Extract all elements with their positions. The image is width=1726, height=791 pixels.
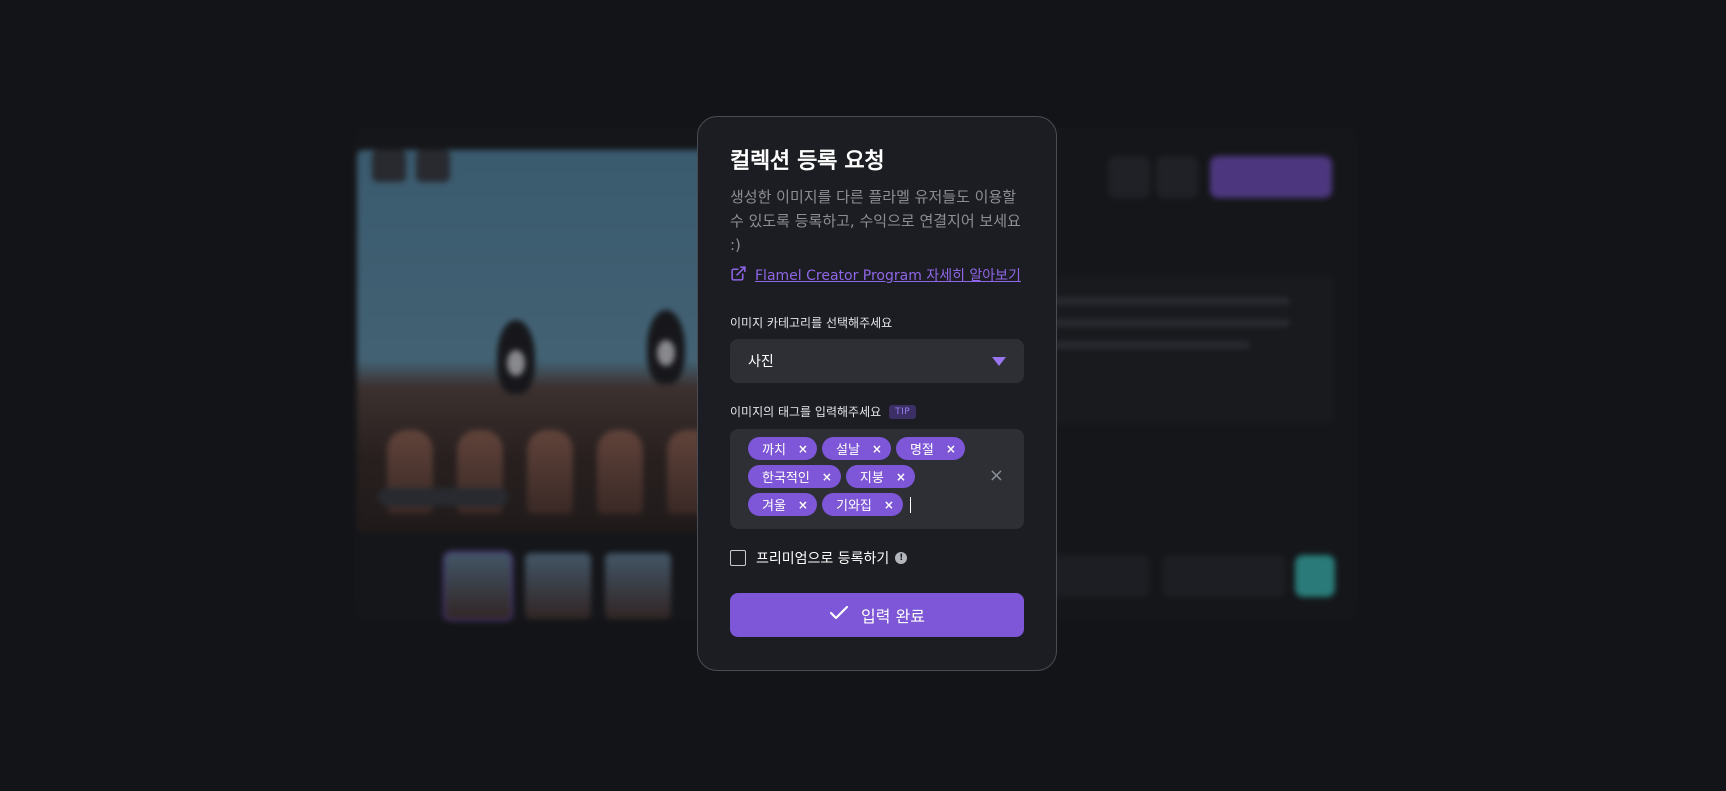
creator-program-link-row[interactable]: Flamel Creator Program 자세히 알아보기	[730, 265, 1024, 285]
remove-tag-icon[interactable]: ×	[822, 471, 832, 483]
modal-title: 컬렉션 등록 요청	[730, 149, 885, 174]
background-search-hint	[378, 488, 508, 506]
background-image-button	[416, 150, 450, 182]
tag-chip: 명절 ×	[895, 437, 965, 460]
remove-tag-icon[interactable]: ×	[872, 443, 882, 455]
roof-tile-shape	[597, 430, 643, 514]
remove-tag-icon[interactable]: ×	[896, 471, 906, 483]
tags-input[interactable]: 까치 × 설날 × 명절 × 한국적인 × 지붕 × 겨울 × 기와집 × ×	[730, 429, 1024, 529]
external-link-icon	[730, 265, 747, 286]
background-tool-button	[1156, 156, 1198, 198]
tag-chip: 한국적인 ×	[748, 465, 841, 488]
tag-chip: 겨울 ×	[748, 493, 817, 516]
background-image-button	[372, 150, 406, 182]
remove-tag-icon[interactable]: ×	[798, 499, 808, 511]
category-selected-value: 사진	[748, 354, 774, 370]
roof-tile-shape	[527, 430, 573, 514]
background-thumbnail	[525, 553, 591, 619]
info-icon[interactable]: !	[895, 552, 908, 564]
tags-label-row: 이미지의 태그를 입력해주세요 TIP	[730, 403, 1024, 421]
caret-down-icon	[992, 356, 1006, 366]
premium-option: 프리미엄으로 등록하기 !	[730, 549, 1024, 567]
tag-chip-list: 까치 × 설날 × 명절 × 한국적인 × 지붕 × 겨울 × 기와집 ×	[748, 437, 983, 516]
premium-checkbox-label[interactable]: 프리미엄으로 등록하기	[756, 548, 889, 568]
tags-label: 이미지의 태그를 입력해주세요	[730, 405, 882, 419]
clear-tags-icon[interactable]: ×	[989, 467, 1004, 485]
tag-chip-label: 까치	[762, 443, 786, 458]
tag-chip-label: 겨울	[762, 499, 786, 514]
tag-chip-label: 한국적인	[762, 471, 810, 486]
background-thumbnail	[443, 551, 513, 621]
remove-tag-icon[interactable]: ×	[946, 443, 956, 455]
remove-tag-icon[interactable]: ×	[884, 499, 894, 511]
tip-badge[interactable]: TIP	[889, 405, 917, 419]
modal-subtitle: 생성한 이미지를 다른 플라멜 유저들도 이용할 수 있도록 등록하고, 수익으…	[730, 188, 1021, 254]
tag-chip-label: 명절	[909, 443, 934, 458]
submit-button[interactable]: 입력 완료	[730, 593, 1024, 637]
remove-tag-icon[interactable]: ×	[798, 443, 808, 455]
checkmark-icon	[829, 605, 849, 625]
tag-chip: 설날 ×	[821, 437, 891, 460]
tag-text-cursor[interactable]	[909, 496, 911, 513]
submit-button-label: 입력 완료	[861, 607, 925, 626]
background-thumbnail	[605, 553, 671, 619]
background-prompt-box	[1020, 275, 1335, 425]
premium-checkbox[interactable]	[730, 550, 746, 566]
background-tool-button	[1108, 156, 1150, 198]
category-label: 이미지 카테고리를 선택해주세요	[730, 316, 893, 330]
category-select[interactable]: 사진	[730, 339, 1024, 383]
background-dropdown-button	[1162, 555, 1286, 597]
magpie-shape	[497, 320, 535, 394]
tag-chip: 지붕 ×	[845, 465, 915, 488]
tag-chip-label: 지붕	[859, 471, 884, 486]
tag-chip: 기와집 ×	[821, 493, 903, 516]
creator-program-link[interactable]: Flamel Creator Program 자세히 알아보기	[755, 265, 1021, 285]
magpie-shape	[647, 310, 685, 384]
tag-chip-label: 설날	[835, 443, 860, 458]
tag-chip: 까치 ×	[748, 437, 817, 460]
collection-request-modal: 컬렉션 등록 요청 생성한 이미지를 다른 플라멜 유저들도 이용할 수 있도록…	[697, 116, 1057, 671]
tag-chip-label: 기와집	[835, 499, 872, 514]
background-primary-button	[1210, 156, 1332, 198]
background-teal-button	[1295, 555, 1335, 597]
